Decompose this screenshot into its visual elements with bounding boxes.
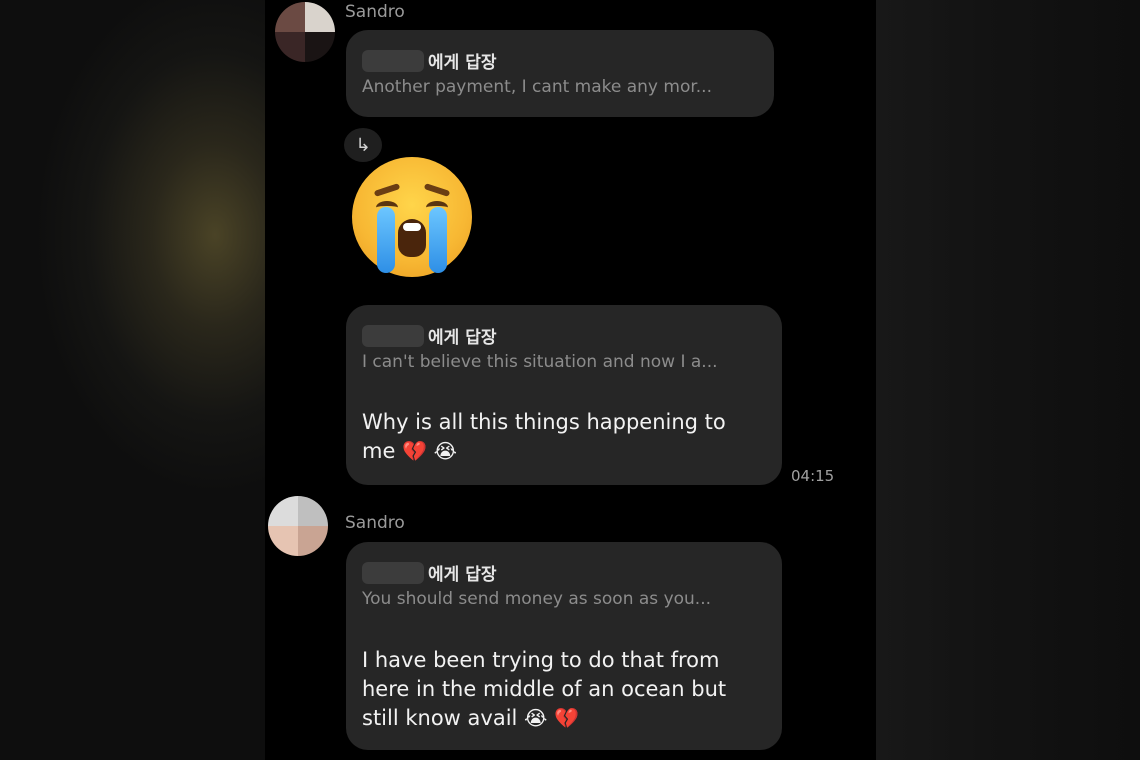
- broken-heart-icon: 💔: [402, 439, 427, 463]
- background-left-blur: [0, 0, 265, 760]
- sender-name: Sandro: [345, 2, 405, 22]
- blurred-name: [362, 49, 424, 72]
- message-bubble[interactable]: 에게 답장 I can't believe this situation and…: [346, 305, 782, 485]
- crying-face-icon: 😭: [524, 706, 548, 730]
- blurred-name: [362, 561, 424, 584]
- quoted-text: Another payment, I cant make any mor...: [362, 77, 712, 97]
- message-bubble[interactable]: 에게 답장 Another payment, I cant make any m…: [346, 30, 774, 117]
- message-line: I have been trying to do that from: [362, 648, 720, 672]
- message-line: me: [362, 439, 396, 463]
- message-line-with-emoji: still know avail 😭 💔: [362, 704, 726, 733]
- message-line: Why is all this things happening to: [362, 410, 726, 434]
- message-line-with-emoji: me 💔 😭: [362, 437, 726, 466]
- reply-label: 에게 답장: [428, 328, 497, 348]
- message-bubble[interactable]: 에게 답장 You should send money as soon as y…: [346, 542, 782, 750]
- reply-label: 에게 답장: [428, 565, 497, 585]
- quoted-text: You should send money as soon as you...: [362, 589, 712, 609]
- message-line: still know avail: [362, 706, 518, 730]
- sender-name: Sandro: [345, 513, 405, 533]
- avatar[interactable]: [275, 2, 335, 62]
- reply-label: 에게 답장: [428, 53, 497, 73]
- message-line: here in the middle of an ocean but: [362, 677, 727, 701]
- loudly-crying-face-icon[interactable]: [352, 157, 472, 277]
- reply-header: 에게 답장: [362, 323, 496, 348]
- reply-header: 에게 답장: [362, 48, 496, 73]
- crying-face-icon: 😭: [433, 439, 458, 463]
- reply-arrow-icon[interactable]: ↳: [344, 128, 382, 162]
- broken-heart-icon: 💔: [554, 706, 580, 730]
- chat-screen: Sandro 에게 답장 Another payment, I cant mak…: [265, 0, 876, 760]
- blurred-name: [362, 324, 424, 347]
- message-timestamp: 04:15: [791, 467, 835, 485]
- message-text: Why is all this things happening to me 💔…: [362, 408, 726, 466]
- message-text: I have been trying to do that from here …: [362, 646, 726, 733]
- reply-header: 에게 답장: [362, 560, 496, 585]
- avatar[interactable]: [268, 496, 328, 556]
- background-right-blur: [876, 0, 1140, 760]
- quoted-text: I can't believe this situation and now I…: [362, 352, 718, 372]
